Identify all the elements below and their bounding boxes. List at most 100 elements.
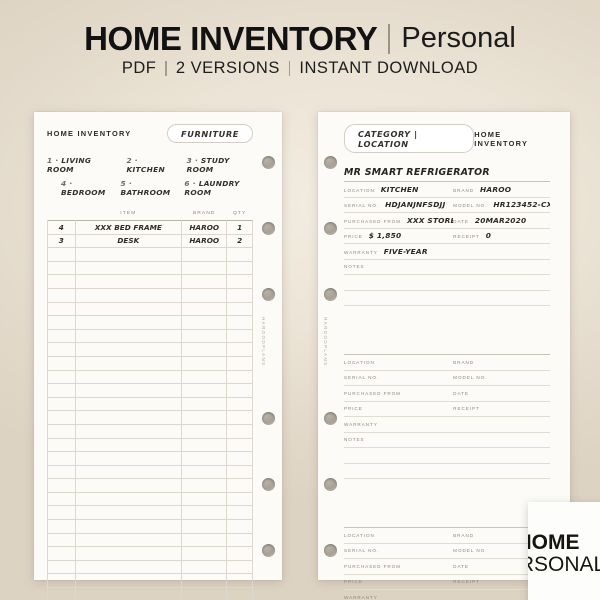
table-row[interactable]: [47, 342, 253, 357]
cell-qty[interactable]: [226, 478, 253, 493]
cell-item[interactable]: [74, 587, 183, 600]
cell-qty[interactable]: [226, 342, 253, 357]
cell-item[interactable]: [74, 491, 183, 507]
cell-item[interactable]: [74, 546, 183, 561]
field-price[interactable]: PRICE: [344, 579, 453, 584]
field-location[interactable]: LOCATION: [344, 533, 453, 538]
cell-item[interactable]: [74, 274, 183, 289]
table-row[interactable]: [47, 423, 253, 439]
cell-brand[interactable]: [181, 587, 228, 600]
cell-no[interactable]: [47, 260, 76, 276]
table-row[interactable]: 4 XXX BED FRAME HAROO 1: [47, 220, 253, 235]
cell-brand[interactable]: [181, 301, 228, 317]
field-location[interactable]: LOCATION: [344, 360, 453, 365]
field-brand[interactable]: BRAND: [453, 360, 550, 365]
cell-item[interactable]: [74, 505, 183, 521]
cell-qty[interactable]: [226, 315, 253, 330]
table-row[interactable]: [47, 274, 253, 289]
cell-brand[interactable]: HAROO: [181, 233, 228, 249]
cell-no[interactable]: [47, 355, 76, 371]
cell-qty[interactable]: [226, 260, 253, 276]
table-row[interactable]: [47, 519, 253, 534]
cell-item[interactable]: [74, 410, 183, 425]
cell-brand[interactable]: [181, 369, 228, 385]
cell-brand[interactable]: [181, 505, 228, 521]
cell-item[interactable]: [74, 287, 183, 303]
table-row[interactable]: [47, 505, 253, 521]
table-row[interactable]: [47, 247, 253, 262]
cell-qty[interactable]: [226, 587, 253, 600]
cell-qty[interactable]: [226, 355, 253, 371]
cell-brand[interactable]: [181, 328, 228, 344]
cell-brand[interactable]: [181, 383, 228, 398]
table-row[interactable]: [47, 451, 253, 466]
cell-item[interactable]: [74, 247, 183, 262]
cell-item[interactable]: [74, 464, 183, 480]
cell-no[interactable]: [47, 573, 76, 589]
cell-no[interactable]: [47, 287, 76, 303]
cell-item[interactable]: [74, 532, 183, 548]
cell-qty[interactable]: [226, 274, 253, 289]
cell-qty[interactable]: 1: [226, 220, 253, 235]
cell-item[interactable]: [74, 355, 183, 371]
cell-brand[interactable]: [181, 519, 228, 534]
cell-brand[interactable]: [181, 247, 228, 262]
cell-no[interactable]: [47, 587, 76, 600]
cell-item[interactable]: [74, 396, 183, 412]
cell-brand[interactable]: [181, 464, 228, 480]
cell-no[interactable]: [47, 383, 76, 398]
cell-qty[interactable]: [226, 491, 253, 507]
cell-no[interactable]: [47, 519, 76, 534]
field-purchased-from[interactable]: PURCHASED FROM: [344, 564, 453, 569]
cell-no[interactable]: [47, 396, 76, 412]
cell-item[interactable]: [74, 383, 183, 398]
field-warranty[interactable]: WARRANTY FIVE-YEAR: [344, 247, 550, 256]
notes-line[interactable]: [344, 448, 550, 464]
cell-item[interactable]: [74, 559, 183, 575]
field-date[interactable]: DATE: [453, 391, 550, 396]
cell-brand[interactable]: [181, 478, 228, 493]
cell-no[interactable]: [47, 274, 76, 289]
cell-qty[interactable]: [226, 464, 253, 480]
cell-no[interactable]: [47, 369, 76, 385]
cell-no[interactable]: [47, 464, 76, 480]
field-model-no[interactable]: MODEL NO.: [453, 375, 550, 380]
cell-qty[interactable]: [226, 519, 253, 534]
field-price[interactable]: PRICE: [344, 406, 453, 411]
cell-qty[interactable]: [226, 559, 253, 575]
cell-qty[interactable]: [226, 505, 253, 521]
cell-brand[interactable]: [181, 423, 228, 439]
cell-no[interactable]: [47, 410, 76, 425]
cell-no[interactable]: [47, 423, 76, 439]
field-purchased-from[interactable]: PURCHASED FROM XXX STORE: [344, 216, 453, 225]
cell-no[interactable]: [47, 546, 76, 561]
cell-item[interactable]: [74, 328, 183, 344]
entry-title[interactable]: [344, 513, 550, 528]
cell-qty[interactable]: [226, 410, 253, 425]
cell-qty[interactable]: [226, 573, 253, 589]
cell-item[interactable]: [74, 315, 183, 330]
field-serial-no[interactable]: SERIAL NO.: [344, 548, 453, 553]
table-row[interactable]: [47, 260, 253, 276]
cell-no[interactable]: [47, 532, 76, 548]
cell-item[interactable]: [74, 451, 183, 466]
table-row[interactable]: [47, 328, 253, 344]
cell-no[interactable]: [47, 247, 76, 262]
table-row[interactable]: 3 DESK HAROO 2: [47, 233, 253, 249]
cell-qty[interactable]: [226, 437, 253, 453]
cell-qty[interactable]: [226, 287, 253, 303]
table-row[interactable]: [47, 301, 253, 317]
cell-brand[interactable]: [181, 451, 228, 466]
cell-no[interactable]: [47, 478, 76, 493]
cell-brand[interactable]: [181, 573, 228, 589]
cell-qty[interactable]: [226, 451, 253, 466]
field-price[interactable]: PRICE $ 1,850: [344, 231, 453, 240]
table-row[interactable]: [47, 573, 253, 589]
table-row[interactable]: [47, 559, 253, 575]
table-row[interactable]: [47, 491, 253, 507]
cell-item[interactable]: [74, 573, 183, 589]
field-warranty[interactable]: WARRANTY: [344, 422, 550, 427]
cell-item[interactable]: [74, 342, 183, 357]
cell-brand[interactable]: [181, 396, 228, 412]
field-notes[interactable]: NOTES: [344, 264, 550, 269]
